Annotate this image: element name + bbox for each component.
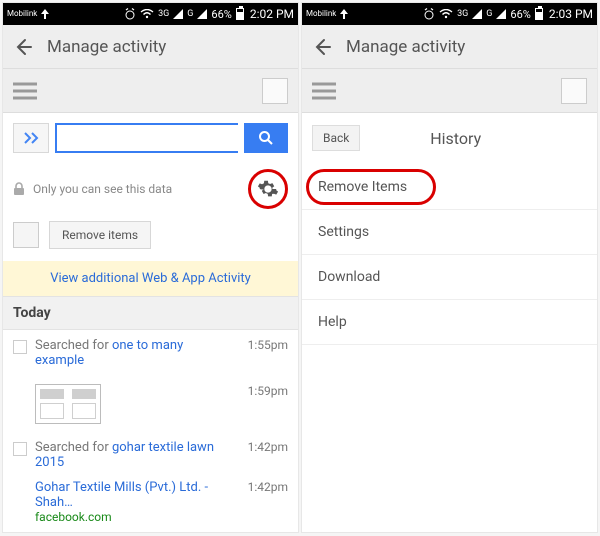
row-prefix: Searched for (35, 440, 112, 455)
wifi-icon (439, 9, 453, 19)
signal-icon-2 (496, 9, 506, 19)
android-status-bar: Mobilink 3G G 66% 2:02 PM (3, 3, 298, 25)
highlight-ring-remove (306, 169, 436, 205)
banner-text: View additional Web & App Activity (50, 271, 251, 286)
app-bar: Manage activity (3, 25, 298, 69)
menu-download[interactable]: Download (302, 255, 597, 300)
page-title: Manage activity (346, 37, 465, 57)
row-checkbox[interactable] (13, 442, 27, 456)
hamburger-icon[interactable] (312, 82, 336, 100)
clock: 2:02 PM (250, 7, 294, 21)
sub-toolbar (302, 69, 597, 113)
carrier-label: Mobilink (7, 10, 37, 18)
page-title: Manage activity (47, 37, 166, 57)
battery-pct: 66% (211, 8, 231, 21)
row-time: 1:42pm (248, 480, 288, 494)
sub-toolbar (3, 69, 298, 113)
search-button[interactable] (244, 123, 288, 153)
signal-3g-label: 3G (457, 9, 468, 19)
remove-items-row: Remove items (3, 215, 298, 261)
row-prefix: Searched for (35, 338, 112, 353)
clock: 2:03 PM (549, 7, 593, 21)
search-input[interactable] (57, 131, 238, 146)
signal-g-label: G (187, 9, 193, 19)
location-icon (41, 9, 49, 19)
search-icon (258, 130, 274, 146)
android-status-bar: Mobilink 3G G 66% 2:03 PM (302, 3, 597, 25)
back-arrow-icon[interactable] (13, 37, 33, 57)
expand-filters-button[interactable] (13, 123, 49, 153)
row-content: Searched for gohar textile lawn 2015 (35, 440, 234, 470)
app-bar: Manage activity (302, 25, 597, 69)
history-row[interactable]: 1:59pm (3, 376, 298, 432)
signal-icon-2 (197, 9, 207, 19)
result-site: facebook.com (35, 510, 234, 524)
highlight-ring-gear (248, 169, 288, 209)
row-time: 1:59pm (248, 384, 288, 398)
carrier-label: Mobilink (306, 10, 336, 18)
back-button[interactable]: Back (312, 125, 360, 151)
history-row[interactable]: Searched for one to many example 1:55pm (3, 330, 298, 376)
menu-help[interactable]: Help (302, 300, 597, 345)
wifi-icon (140, 9, 154, 19)
row-content: Searched for one to many example (35, 338, 234, 368)
history-row[interactable]: Gohar Textile Mills (Pvt.) Ltd. - Shah… … (3, 478, 298, 532)
back-arrow-icon[interactable] (312, 37, 332, 57)
history-header: Back History (302, 113, 597, 165)
phone-left: Mobilink 3G G 66% 2:02 PM (2, 2, 299, 533)
battery-pct: 66% (510, 8, 530, 21)
remove-items-button[interactable]: Remove items (49, 221, 151, 249)
image-result-thumbnail[interactable] (35, 384, 101, 424)
row-checkbox[interactable] (13, 340, 27, 354)
additional-activity-banner[interactable]: View additional Web & App Activity (3, 261, 298, 296)
select-all-checkbox[interactable] (13, 222, 39, 248)
account-square[interactable] (561, 78, 587, 104)
search-row (3, 113, 298, 163)
signal-3g-label: 3G (158, 9, 169, 19)
menu-settings[interactable]: Settings (302, 210, 597, 255)
menu-label: Download (318, 269, 380, 285)
menu-remove-items[interactable]: Remove Items (302, 165, 597, 210)
history-title: History (360, 129, 587, 148)
lock-icon (13, 182, 25, 196)
menu-label: Settings (318, 224, 369, 240)
privacy-text: Only you can see this data (33, 182, 172, 196)
battery-icon (535, 8, 543, 20)
signal-icon (173, 9, 183, 19)
row-time: 1:42pm (248, 440, 288, 454)
search-input-wrap (55, 123, 238, 153)
hamburger-icon[interactable] (13, 82, 37, 100)
signal-icon (472, 9, 482, 19)
alarm-icon (423, 8, 435, 20)
location-icon (340, 9, 348, 19)
row-content: Gohar Textile Mills (Pvt.) Ltd. - Shah… … (35, 480, 234, 524)
result-title[interactable]: Gohar Textile Mills (Pvt.) Ltd. - Shah… (35, 480, 234, 510)
alarm-icon (124, 8, 136, 20)
menu-label: Help (318, 314, 347, 330)
phone-right: Mobilink 3G G 66% 2:03 PM (301, 2, 598, 533)
privacy-row: Only you can see this data (3, 163, 298, 215)
history-row[interactable]: Searched for gohar textile lawn 2015 1:4… (3, 432, 298, 478)
signal-g-label: G (486, 9, 492, 19)
battery-icon (236, 8, 244, 20)
account-square[interactable] (262, 78, 288, 104)
row-time: 1:55pm (248, 338, 288, 352)
section-today: Today (3, 296, 298, 330)
